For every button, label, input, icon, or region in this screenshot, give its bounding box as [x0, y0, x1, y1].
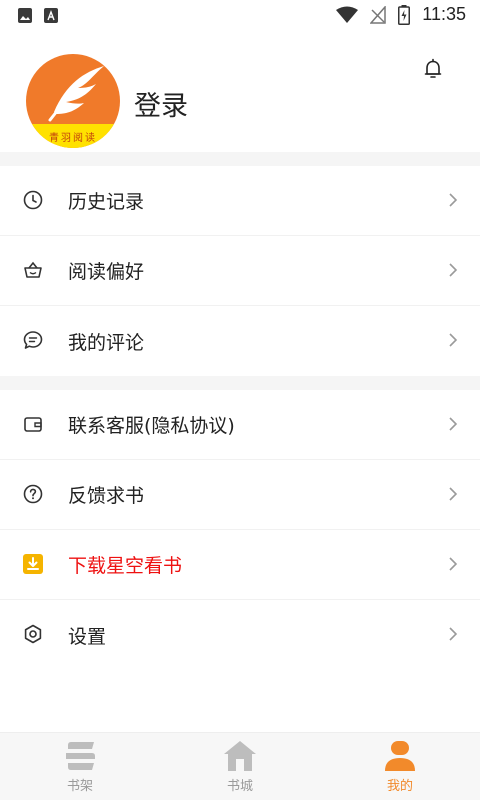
chevron-right-icon	[449, 557, 458, 571]
menu-item-label: 反馈求书	[68, 485, 145, 507]
wallet-icon	[24, 417, 42, 432]
menu-item-label: 阅读偏好	[68, 261, 145, 283]
menu-item-reading-preference[interactable]: 阅读偏好	[0, 236, 480, 306]
menu-item-label: 历史记录	[68, 191, 145, 213]
question-icon	[23, 484, 43, 504]
a-notification-icon	[44, 8, 58, 23]
menu-item-my-comments[interactable]: 我的评论	[0, 306, 480, 376]
section-divider	[0, 376, 480, 390]
status-time: 11:35	[422, 4, 466, 24]
status-bar: 11:35	[0, 0, 480, 32]
profile-header: 青羽阅读 登录	[0, 32, 480, 152]
menu-item-label: 联系客服(隐私协议)	[68, 415, 235, 437]
menu-item-label: 我的评论	[68, 331, 145, 354]
menu-item-label: 设置	[68, 625, 107, 648]
bookshelf-icon	[66, 742, 95, 770]
basket-icon	[24, 261, 42, 278]
bell-icon[interactable]	[422, 58, 444, 80]
menu-item-feedback[interactable]: 反馈求书	[0, 460, 480, 530]
image-notification-icon	[18, 8, 32, 23]
chevron-right-icon	[449, 193, 458, 207]
chevron-right-icon	[449, 417, 458, 431]
login-link[interactable]: 登录	[134, 84, 188, 123]
avatar[interactable]: 青羽阅读	[26, 54, 120, 148]
tab-bookstore[interactable]: 书城	[160, 733, 320, 801]
chevron-right-icon	[449, 333, 458, 347]
menu-item-label: 下载星空看书	[68, 555, 183, 577]
tab-label: 书城	[226, 779, 253, 794]
tab-bookshelf[interactable]: 书架	[0, 733, 160, 801]
home-icon	[224, 741, 256, 771]
user-icon	[385, 741, 415, 771]
section-divider	[0, 152, 480, 166]
clock-icon	[23, 190, 43, 210]
tab-mine[interactable]: 我的	[320, 733, 480, 801]
tab-label: 书架	[66, 779, 93, 794]
no-signal-icon	[370, 5, 387, 24]
tab-label: 我的	[386, 779, 413, 794]
menu-item-contact-support[interactable]: 联系客服(隐私协议)	[0, 390, 480, 460]
menu-item-settings[interactable]: 设置	[0, 600, 480, 670]
menu-item-download-app[interactable]: 下载星空看书	[0, 530, 480, 600]
comment-icon	[23, 331, 43, 349]
battery-icon	[398, 4, 411, 25]
settings-icon	[24, 624, 42, 644]
menu-item-history[interactable]: 历史记录	[0, 166, 480, 236]
bottom-tab-bar: 书架 书城 我的	[0, 732, 480, 800]
wifi-icon	[336, 6, 359, 23]
chevron-right-icon	[449, 263, 458, 277]
download-icon	[23, 554, 43, 574]
avatar-brand-text: 青羽阅读	[49, 133, 97, 144]
chevron-right-icon	[449, 487, 458, 501]
chevron-right-icon	[449, 627, 458, 641]
